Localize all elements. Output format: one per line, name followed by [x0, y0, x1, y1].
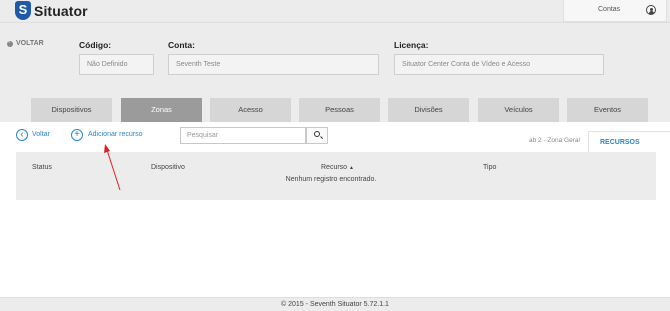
- back-circle-icon[interactable]: ‹: [16, 129, 28, 141]
- search-button[interactable]: [306, 127, 328, 144]
- search-icon: [314, 131, 320, 137]
- tab-pessoas[interactable]: Pessoas: [299, 98, 380, 122]
- tab-eventos[interactable]: Eventos: [567, 98, 648, 122]
- tab-divisoes[interactable]: Divisões: [388, 98, 469, 122]
- conta-label: Conta:: [168, 40, 195, 50]
- add-circle-icon[interactable]: +: [71, 129, 83, 141]
- add-resource-link[interactable]: Adicionar recurso: [88, 131, 142, 138]
- account-label: Contas: [598, 6, 621, 13]
- app-logo[interactable]: S Situator: [15, 1, 88, 20]
- licenca-label: Licença:: [394, 40, 429, 50]
- back-top-label: VOLTAR: [16, 40, 44, 47]
- back-link[interactable]: Voltar: [32, 131, 50, 138]
- column-header-recurso-label: Recurso: [321, 164, 348, 171]
- top-bar: S Situator Contas: [0, 0, 670, 23]
- search-input[interactable]: Pesquisar: [180, 127, 306, 144]
- empty-message-text: Nenhum registro encontrado.: [285, 176, 377, 183]
- column-header-status[interactable]: Status: [32, 164, 52, 171]
- column-header-dispositivo[interactable]: Dispositivo: [151, 164, 185, 171]
- account-menu[interactable]: Contas: [563, 0, 667, 22]
- tab-dispositivos[interactable]: Dispositivos: [31, 98, 112, 122]
- toolbar: ‹ Voltar + Adicionar recurso Pesquisar a…: [0, 122, 670, 152]
- empty-message: Nenhum registro encontrado.: [16, 176, 656, 183]
- codigo-label: Código:: [79, 40, 112, 50]
- resources-table: Status Dispositivo Recurso ▲ Tipo Nenhum…: [16, 152, 656, 200]
- licenca-field[interactable]: Situator Center Conta de Vídeo e Acesso: [394, 54, 604, 75]
- back-arrow-icon: [7, 38, 13, 47]
- tab-recursos[interactable]: RECURSOS: [588, 131, 670, 152]
- user-circle-icon[interactable]: [646, 5, 656, 15]
- tab-acesso[interactable]: Acesso: [210, 98, 291, 122]
- app-name: Situator: [34, 2, 88, 19]
- footer: © 2015 - Seventh Situator 5.72.1.1: [0, 297, 670, 311]
- back-top-button[interactable]: VOLTAR: [7, 38, 44, 47]
- breadcrumb: ab 2 - Zona Geral: [529, 137, 580, 144]
- column-header-tipo[interactable]: Tipo: [483, 164, 496, 171]
- codigo-field[interactable]: Não Definido: [79, 54, 154, 75]
- sort-ascending-icon: ▲: [349, 165, 354, 171]
- tab-veiculos[interactable]: Veículos: [478, 98, 559, 122]
- column-header-recurso[interactable]: Recurso ▲: [321, 164, 354, 171]
- logo-shield-icon: S: [15, 1, 31, 20]
- conta-field[interactable]: Seventh Teste: [168, 54, 379, 75]
- tab-zonas[interactable]: Zonas: [121, 98, 202, 122]
